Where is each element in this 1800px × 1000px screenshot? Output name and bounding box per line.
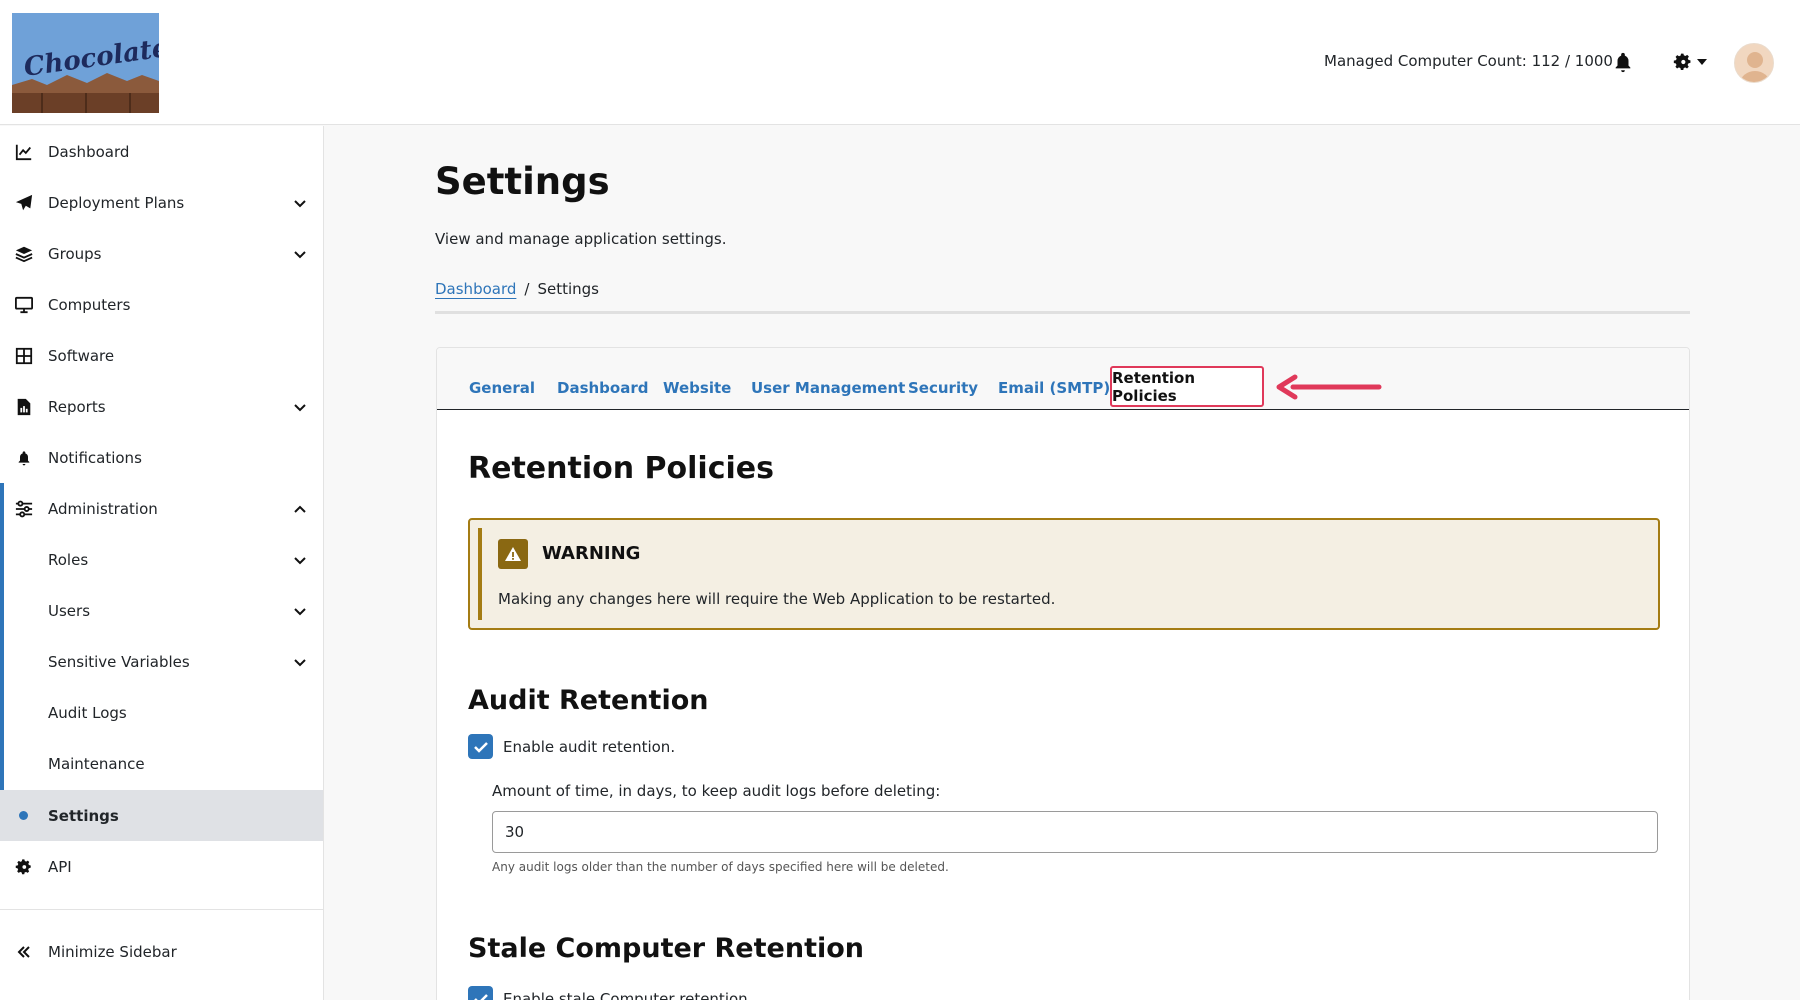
warning-text: Making any changes here will require the…: [498, 590, 1056, 608]
sidebar-item-reports[interactable]: Reports: [0, 381, 323, 432]
tab-website[interactable]: Website: [663, 379, 731, 397]
sidebar-item-label: Reports: [48, 397, 106, 416]
section-title-retention-policies: Retention Policies: [468, 451, 774, 486]
audit-days-input[interactable]: [492, 811, 1658, 853]
stale-retention-checkbox-row[interactable]: Enable stale Computer retention.: [468, 986, 752, 1000]
sidebar-item-label: Groups: [48, 244, 102, 263]
settings-dropdown[interactable]: [1673, 50, 1711, 74]
sidebar-item-maintenance[interactable]: Maintenance: [0, 738, 323, 789]
sidebar-item-api[interactable]: API: [0, 841, 323, 892]
chocolatey-logo[interactable]: Chocolatey: [12, 13, 159, 113]
sidebar-item-administration[interactable]: Administration: [0, 483, 323, 534]
sidebar-item-label: Dashboard: [48, 142, 130, 161]
breadcrumb-divider: [435, 311, 1690, 314]
sidebar-item-label: Sensitive Variables: [48, 652, 190, 671]
stale-retention-checkbox[interactable]: [468, 986, 493, 1000]
sidebar-divider: [0, 909, 323, 910]
sidebar-item-label: Audit Logs: [48, 703, 127, 722]
tab-security[interactable]: Security: [908, 379, 978, 397]
audit-retention-checkbox-label: Enable audit retention.: [503, 737, 676, 756]
page-title: Settings: [435, 160, 610, 203]
breadcrumb-link-dashboard[interactable]: Dashboard: [435, 280, 516, 298]
sidebar: Dashboard Deployment Plans Groups Comput…: [0, 126, 324, 1000]
double-chevron-left-icon: [14, 942, 34, 962]
managed-computer-count: Managed Computer Count: 112 / 1000: [1324, 52, 1613, 70]
breadcrumb-separator: /: [524, 280, 530, 298]
sidebar-item-users[interactable]: Users: [0, 585, 323, 636]
tab-general[interactable]: General: [469, 379, 535, 397]
sidebar-item-label: Software: [48, 346, 115, 365]
grid-icon: [14, 346, 34, 366]
chevron-down-icon: [294, 403, 306, 411]
audit-days-help: Any audit logs older than the number of …: [492, 860, 949, 874]
sidebar-item-sensitive-variables[interactable]: Sensitive Variables: [0, 636, 323, 687]
sidebar-item-label: Maintenance: [48, 754, 145, 773]
sidebar-item-label: Deployment Plans: [48, 193, 185, 212]
sidebar-item-deployment-plans[interactable]: Deployment Plans: [0, 177, 323, 228]
breadcrumb-current: Settings: [537, 280, 599, 298]
top-header: Chocolatey Managed Computer Count: 112 /…: [0, 0, 1800, 125]
sidebar-item-label: Administration: [48, 499, 158, 518]
sidebar-item-label: Roles: [48, 550, 89, 569]
line-chart-icon: [14, 142, 34, 162]
chevron-down-icon: [294, 250, 306, 258]
sidebar-item-label: Notifications: [48, 448, 142, 467]
sidebar-item-roles[interactable]: Roles: [0, 534, 323, 585]
sidebar-item-groups[interactable]: Groups: [0, 228, 323, 279]
minimize-sidebar-label: Minimize Sidebar: [48, 942, 177, 961]
gear-icon: [1673, 53, 1691, 71]
audit-retention-checkbox[interactable]: [468, 734, 493, 759]
audit-days-label: Amount of time, in days, to keep audit l…: [492, 782, 941, 800]
layers-icon: [14, 244, 34, 264]
settings-tabs: General Dashboard Website User Managemen…: [437, 348, 1689, 410]
report-file-icon: [14, 397, 34, 417]
minimize-sidebar-button[interactable]: Minimize Sidebar: [0, 926, 323, 977]
cog-icon: [14, 857, 34, 877]
monitor-icon: [14, 295, 34, 315]
sidebar-item-label: API: [48, 857, 72, 876]
warning-title: WARNING: [542, 543, 641, 564]
sidebar-item-audit-logs[interactable]: Audit Logs: [0, 687, 323, 738]
sidebar-item-settings[interactable]: Settings: [0, 790, 323, 841]
chevron-down-icon: [294, 199, 306, 207]
settings-card: General Dashboard Website User Managemen…: [436, 347, 1690, 1000]
active-indicator-dot: [19, 811, 28, 820]
warning-triangle-icon: [498, 539, 528, 569]
caret-down-icon: [1697, 59, 1707, 65]
sidebar-item-label: Settings: [48, 806, 119, 825]
bell-icon: [14, 448, 34, 468]
chevron-up-icon: [294, 505, 306, 513]
sidebar-item-label: Computers: [48, 295, 131, 314]
chevron-down-icon: [294, 556, 306, 564]
chevron-down-icon: [294, 607, 306, 615]
sidebar-item-computers[interactable]: Computers: [0, 279, 323, 330]
paper-plane-icon: [14, 193, 34, 213]
section-title-audit-retention: Audit Retention: [468, 685, 709, 716]
tab-user-management[interactable]: User Management: [751, 379, 905, 397]
sidebar-item-notifications[interactable]: Notifications: [0, 432, 323, 483]
sidebar-item-dashboard[interactable]: Dashboard: [0, 126, 323, 177]
warning-accent-bar: [478, 528, 482, 620]
page-subtitle: View and manage application settings.: [435, 230, 727, 248]
tab-email-smtp[interactable]: Email (SMTP): [998, 379, 1110, 397]
sliders-icon: [14, 499, 34, 519]
breadcrumb: Dashboard / Settings: [435, 280, 599, 298]
notifications-bell-icon[interactable]: [1612, 51, 1634, 73]
sidebar-item-label: Users: [48, 601, 91, 620]
chevron-down-icon: [294, 658, 306, 666]
sidebar-item-software[interactable]: Software: [0, 330, 323, 381]
highlight-arrow-icon: [1276, 374, 1382, 400]
section-title-stale-computer-retention: Stale Computer Retention: [468, 933, 864, 964]
user-avatar[interactable]: [1734, 43, 1774, 83]
warning-alert: WARNING Making any changes here will req…: [468, 518, 1660, 630]
tab-dashboard[interactable]: Dashboard: [557, 379, 648, 397]
stale-retention-checkbox-label: Enable stale Computer retention.: [503, 989, 753, 1000]
tab-retention-policies[interactable]: Retention Policies: [1110, 366, 1264, 407]
audit-retention-checkbox-row[interactable]: Enable audit retention.: [468, 734, 675, 759]
